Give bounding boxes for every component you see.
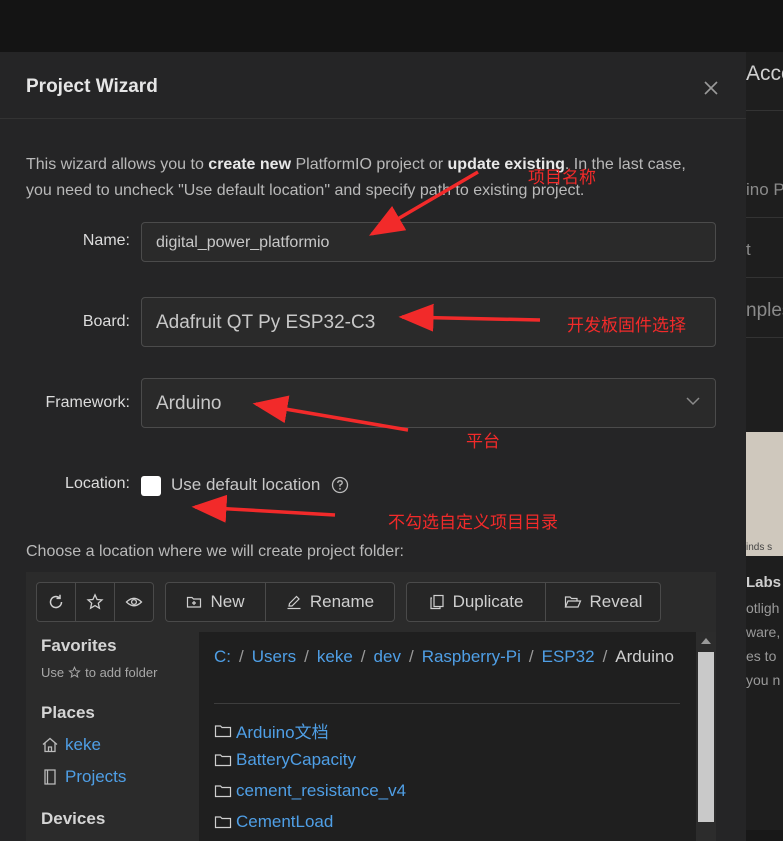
folder-label: BatteryCapacity	[236, 750, 356, 769]
folder-plus-icon	[187, 596, 202, 608]
board-value: Adafruit QT Py ESP32-C3	[156, 312, 376, 333]
background-text: Labs	[746, 574, 782, 591]
background-panel: Acce ino P t nples inds s Labs otligh wa…	[746, 52, 783, 841]
divider	[746, 217, 783, 218]
scrollbar-thumb[interactable]	[698, 652, 714, 822]
home-icon	[42, 737, 58, 753]
location-label: Location:	[65, 475, 130, 492]
name-input[interactable]: digital_power_platformio	[141, 222, 716, 262]
divider	[214, 703, 680, 704]
dialog-title: Project Wizard	[26, 76, 158, 97]
annotation-framework: 平台	[466, 432, 500, 451]
place-label: keke	[65, 735, 101, 754]
favorite-button[interactable]	[76, 583, 115, 621]
breadcrumb-item[interactable]: keke	[317, 647, 353, 666]
name-value: digital_power_platformio	[156, 234, 330, 251]
annotation-name: 项目名称	[528, 168, 596, 187]
annotation-location: 不勾选自定义项目目录	[388, 513, 558, 532]
breadcrumb-item[interactable]: ESP32	[542, 647, 595, 666]
browser-actions: New Rename	[165, 582, 395, 622]
help-icon[interactable]	[331, 476, 349, 494]
copy-icon	[429, 594, 444, 610]
background-text: t	[746, 240, 751, 259]
place-item-keke[interactable]: keke	[41, 735, 101, 755]
background-text: you n	[746, 672, 781, 688]
pencil-icon	[287, 595, 301, 610]
framework-label: Framework:	[45, 394, 130, 411]
show-hidden-button[interactable]	[115, 583, 153, 621]
folder-list-pane: C: / Users / keke / dev / Raspberry-Pi / ESP32/Ard…	[199, 632, 716, 841]
folder-label: CementLoad	[236, 812, 334, 831]
favorites-heading: Favorites	[41, 636, 117, 655]
places-heading: Places	[41, 703, 95, 722]
background-text: Acce	[746, 62, 783, 85]
star-icon	[68, 666, 81, 679]
eye-icon	[125, 597, 143, 607]
chevron-down-icon	[686, 397, 700, 406]
folder-icon	[214, 785, 232, 798]
folder-label: cement_resistance_v4	[236, 781, 407, 800]
annotation-board: 开发板固件选择	[567, 316, 686, 335]
wizard-intro: This wizard allows you to create new Pla…	[26, 156, 686, 199]
folder-item[interactable]: Arduino文档	[214, 718, 329, 743]
devices-heading: Devices	[41, 809, 106, 828]
app-background	[0, 0, 783, 52]
new-label: New	[210, 592, 245, 611]
favorites-hint: Use to add folder	[41, 665, 158, 680]
folder-browser: New Rename Duplicate Reveal Favorites Us…	[26, 572, 716, 841]
background-image: inds s	[746, 432, 783, 556]
use-default-location-checkbox[interactable]	[141, 476, 161, 496]
new-folder-button[interactable]: New	[166, 583, 266, 621]
use-default-location-label[interactable]: Use default location	[171, 475, 320, 495]
background-text: nples	[746, 300, 783, 321]
folder-label: Arduino文档	[236, 723, 329, 742]
breadcrumb: C: / Users / keke / dev / Raspberry-Pi / ESP32/Ard…	[214, 647, 674, 666]
divider	[746, 277, 783, 278]
background-text: inds s	[746, 542, 773, 553]
breadcrumb-item[interactable]: C:	[214, 647, 231, 666]
rename-label: Rename	[309, 592, 375, 611]
folder-item[interactable]: BatteryCapacity	[214, 750, 356, 770]
breadcrumb-item[interactable]: dev	[374, 647, 401, 666]
rename-button[interactable]: Rename	[266, 583, 394, 621]
breadcrumb-current: Arduino	[615, 647, 674, 666]
place-item-projects[interactable]: Projects	[41, 767, 126, 787]
folder-item[interactable]: CementLoad	[214, 812, 333, 832]
folder-icon	[214, 724, 232, 737]
close-icon[interactable]	[700, 77, 722, 99]
folder-item[interactable]: cement_resistance_v4	[214, 781, 406, 801]
framework-select[interactable]: Arduino	[141, 378, 716, 428]
location-instructions: Choose a location where we will create p…	[26, 543, 404, 560]
framework-value: Arduino	[156, 393, 222, 414]
folder-list-scrollbar[interactable]	[696, 632, 716, 841]
name-label: Name:	[82, 232, 130, 249]
folder-open-icon	[564, 596, 581, 608]
book-icon	[44, 769, 56, 785]
refresh-button[interactable]	[37, 583, 76, 621]
background-text: ware,	[746, 624, 781, 640]
reveal-label: Reveal	[589, 592, 643, 611]
refresh-icon	[49, 594, 63, 609]
background-text: ino P	[746, 180, 783, 199]
project-wizard-dialog: Project Wizard This wizard allows you to…	[0, 52, 746, 841]
board-label: Board:	[82, 313, 130, 330]
browser-tools	[36, 582, 154, 622]
dialog-header: Project Wizard	[0, 52, 746, 119]
browser-file-actions: Duplicate Reveal	[406, 582, 661, 622]
duplicate-button[interactable]: Duplicate	[407, 583, 546, 621]
breadcrumb-item[interactable]: Raspberry-Pi	[422, 647, 521, 666]
place-label: Projects	[65, 767, 127, 786]
duplicate-label: Duplicate	[452, 592, 524, 611]
folder-icon	[214, 816, 232, 829]
star-icon	[86, 593, 104, 610]
divider	[746, 337, 783, 338]
scroll-up-arrow[interactable]	[701, 638, 711, 644]
background-text: otligh	[746, 600, 780, 616]
divider	[746, 110, 783, 111]
reveal-button[interactable]: Reveal	[546, 583, 660, 621]
background-text: es to	[746, 648, 777, 664]
browser-sidebar: Favorites Use to add folder Places keke …	[26, 632, 199, 841]
folder-icon	[214, 754, 232, 767]
breadcrumb-item[interactable]: Users	[252, 647, 296, 666]
